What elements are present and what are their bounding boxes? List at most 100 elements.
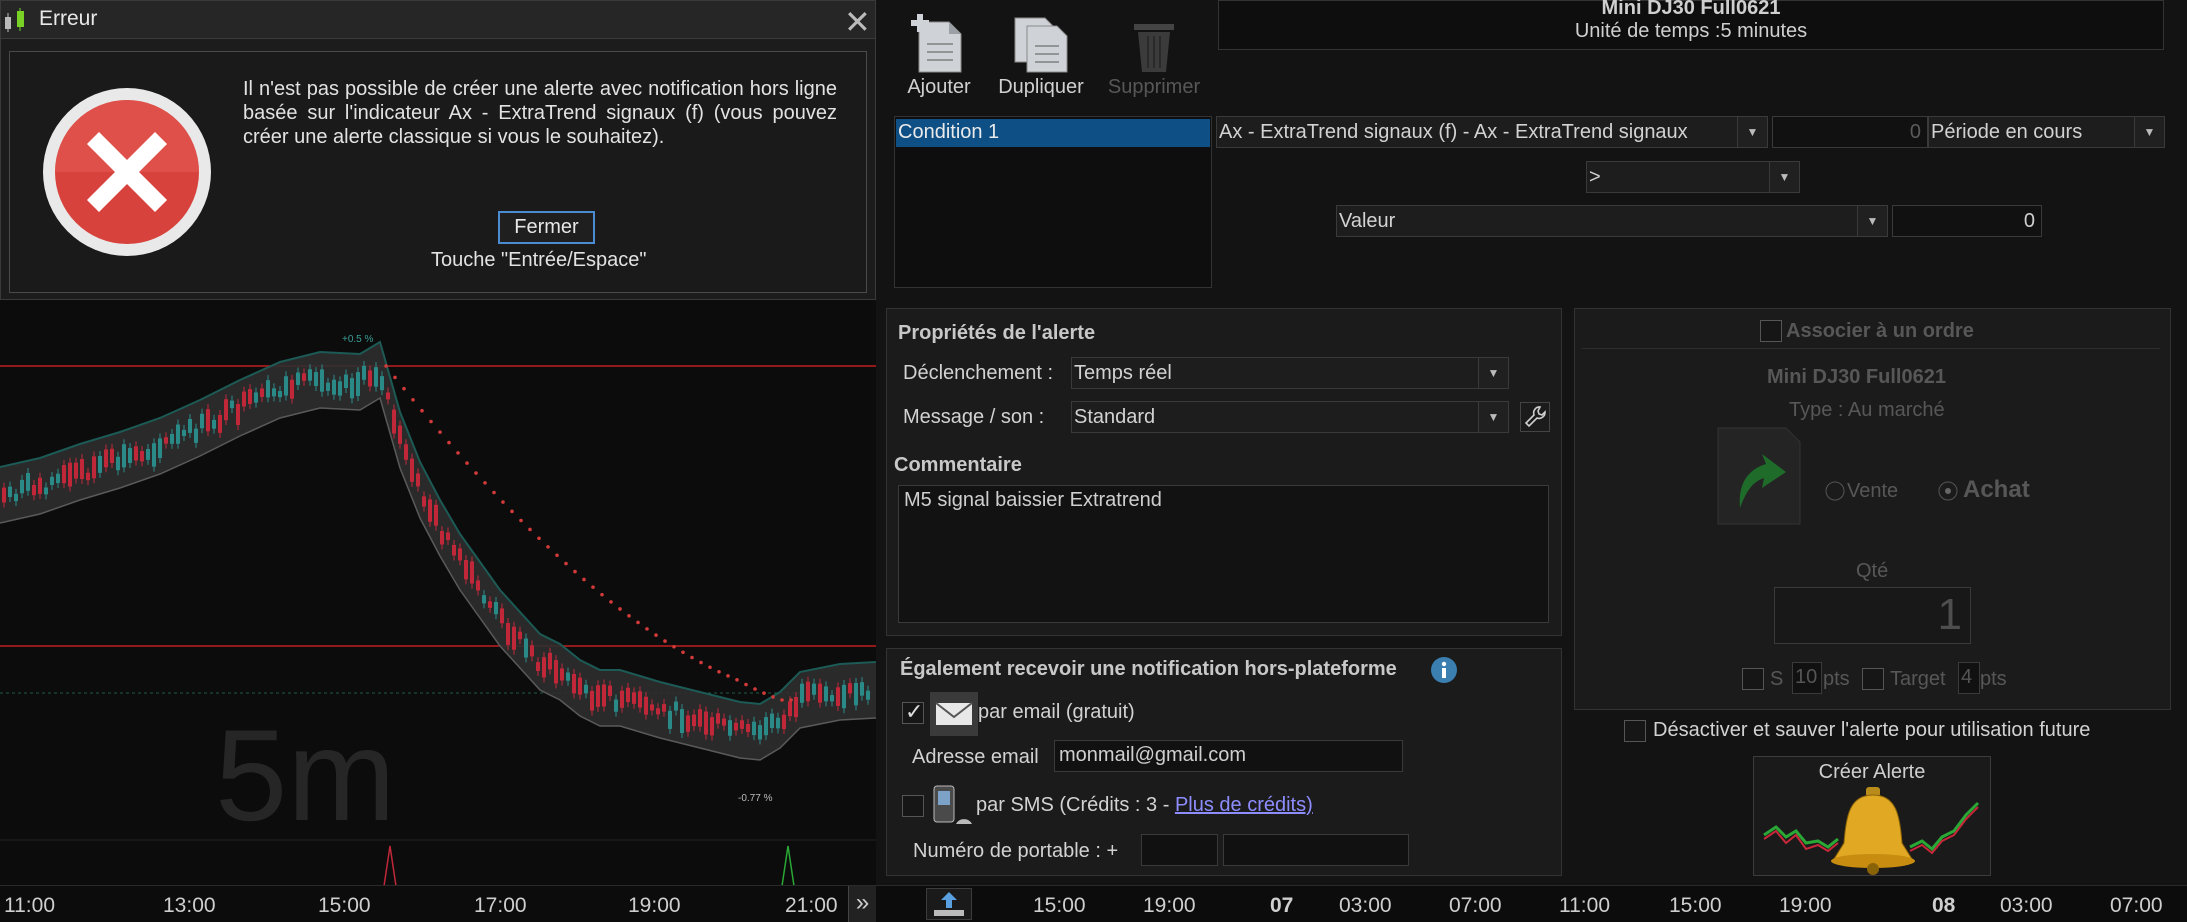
add-document-icon [911,14,962,73]
offset-field[interactable]: 0 [1772,116,1928,148]
time-tick: 19:00 [1779,894,1832,917]
stop-checkbox[interactable] [1742,668,1764,690]
time-tick: 13:00 [163,894,216,917]
candle [716,713,720,724]
period-select[interactable]: Période en cours ▼ [1928,116,2165,148]
bell-icon [1763,787,1980,875]
candle [452,544,456,556]
disable-checkbox[interactable] [1624,720,1646,742]
candle [278,391,282,398]
comment-textarea[interactable]: M5 signal baissier Extratrend [898,485,1549,623]
chevron-down-icon[interactable]: ▼ [1478,402,1508,432]
candle [488,601,492,608]
add-button[interactable]: Ajouter [894,0,984,99]
candle [362,365,366,380]
candle [290,379,294,399]
chevron-down-icon[interactable]: ▼ [1737,117,1767,147]
chevron-down-icon[interactable]: ▼ [1769,162,1799,192]
candle [74,462,78,479]
candle [98,456,102,473]
candle [572,673,576,694]
period-value: Période en cours [1931,121,2083,143]
candle [638,691,642,708]
quantity-field[interactable]: 1 [1774,587,1971,644]
time-tick: 19:00 [1143,894,1196,917]
more-credits-link[interactable]: Plus de crédits) [1175,794,1313,816]
compare-select[interactable]: Valeur ▼ [1336,205,1888,237]
sell-radio[interactable] [1824,480,1846,502]
candle [374,367,378,387]
scroll-right-button[interactable]: » [848,886,876,922]
candle [170,433,174,444]
candle [764,717,768,736]
phone-prefix-field[interactable] [1141,834,1218,866]
chart-pane[interactable]: 5m +0.5 % -0.77 % [0,300,876,890]
create-alert-button[interactable]: Créer Alerte [1753,756,1991,876]
trigger-select[interactable]: Temps réel ▼ [1071,357,1509,389]
candle [752,721,756,736]
candle [398,425,402,444]
operator-select[interactable]: > ▼ [1586,161,1800,193]
candle [404,444,408,460]
stop-field[interactable]: 10 [1792,662,1822,694]
buy-radio[interactable] [1937,480,1959,502]
stop-pts-label: pts [1823,668,1850,690]
candle [806,681,810,702]
candle [134,446,138,461]
indicator-select[interactable]: Ax - ExtraTrend signaux (f) - Ax - Extra… [1216,116,1768,148]
email-checkbox[interactable]: ✓ [902,699,924,724]
candle [26,473,30,491]
time-tick: 15:00 [1669,894,1722,917]
candle [8,486,12,498]
candle [470,561,474,584]
candle [338,381,342,396]
chevron-down-icon[interactable]: ▼ [2134,117,2164,147]
export-icon[interactable] [926,888,972,920]
trailing-stop-dot [663,639,667,643]
order-document-icon [1717,427,1801,525]
time-axis[interactable]: 11:00 13:00 15:00 17:00 19:00 21:00 » 15… [0,885,2187,922]
trailing-stop-dot [681,650,685,655]
chevron-down-icon[interactable]: ▼ [1478,358,1508,388]
info-icon[interactable] [1430,656,1458,684]
sms-checkbox[interactable] [902,795,924,817]
candle [608,685,612,697]
associate-order-checkbox[interactable] [1760,320,1782,342]
trailing-stop-dot [735,677,739,682]
candle [128,448,132,463]
candle [560,668,564,681]
list-item[interactable]: Condition 1 [896,119,1210,147]
candle [212,419,216,429]
delete-button[interactable]: Supprimer [1104,0,1204,99]
chevron-down-icon[interactable]: ▼ [1857,206,1887,236]
candle [122,444,126,468]
trailing-stop-dot [618,607,622,611]
trailing-stop-dot [780,698,784,702]
candle [626,687,630,703]
candle [674,701,678,711]
target-label: Target [1890,668,1946,690]
close-icon[interactable]: ✕ [844,3,871,41]
app-logo-icon [5,8,24,32]
close-button[interactable]: Fermer [498,211,595,244]
target-checkbox[interactable] [1862,668,1884,690]
message-select[interactable]: Standard ▼ [1071,401,1509,433]
duplicate-button[interactable]: Dupliquer [986,0,1096,99]
compare-value-field[interactable]: 0 [1892,205,2042,237]
wrench-icon[interactable] [1520,402,1550,432]
sms-option-label: par SMS (Crédits : 3 - Plus de crédits) [976,794,1313,817]
timeframe-label: Unité de temps :5 minutes [1574,20,1808,42]
email-field[interactable]: monmail@gmail.com [1054,740,1403,772]
date-tick: 07 [1270,894,1294,917]
candle [500,608,504,624]
phone-label: Numéro de portable : + [913,840,1119,862]
trailing-stop-dot [762,691,766,695]
phone-number-field[interactable] [1223,834,1409,866]
dialog-titlebar[interactable]: Erreur ✕ [1,1,875,41]
candle [68,462,72,487]
trailing-stop-dot [429,419,433,424]
candle [740,720,744,729]
target-field[interactable]: 4 [1958,662,1980,694]
candle [506,622,510,645]
candle [758,725,762,740]
